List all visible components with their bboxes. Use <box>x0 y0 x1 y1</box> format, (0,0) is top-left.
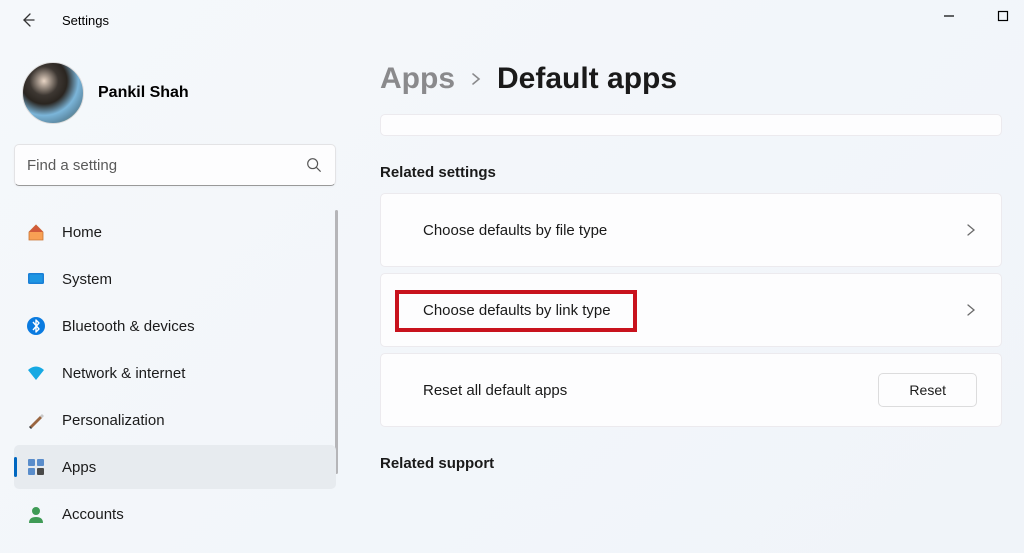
window-title: Settings <box>62 13 109 28</box>
reset-button[interactable]: Reset <box>878 373 977 407</box>
chevron-right-icon <box>469 72 483 86</box>
accounts-icon <box>26 504 46 524</box>
network-icon <box>26 363 46 383</box>
content-area: Apps Default apps Related settings Choos… <box>350 40 1024 553</box>
sidebar-item-apps[interactable]: Apps <box>14 445 336 489</box>
search-box[interactable] <box>14 144 336 186</box>
section-header-related-settings: Related settings <box>380 164 1002 181</box>
sidebar-item-label: Accounts <box>62 506 124 523</box>
minimize-icon <box>943 10 955 22</box>
sidebar-item-accounts[interactable]: Accounts <box>14 492 336 536</box>
card-label: Choose defaults by file type <box>423 222 965 239</box>
apps-icon <box>26 457 46 477</box>
personalization-icon <box>26 410 46 430</box>
system-icon <box>26 269 46 289</box>
maximize-icon <box>997 10 1009 22</box>
card-label: Reset all default apps <box>423 382 878 399</box>
bluetooth-icon <box>26 316 46 336</box>
section-header-related-support: Related support <box>380 455 1002 472</box>
sidebar-item-label: Network & internet <box>62 365 185 382</box>
sidebar: Pankil Shah Home System <box>0 40 350 553</box>
choose-defaults-file-type-button[interactable]: Choose defaults by file type <box>380 193 1002 267</box>
breadcrumb: Apps Default apps <box>380 62 1002 96</box>
chevron-right-icon <box>965 304 977 316</box>
back-button[interactable] <box>12 4 44 36</box>
choose-defaults-link-type-button[interactable]: Choose defaults by link type <box>380 273 1002 347</box>
breadcrumb-parent[interactable]: Apps <box>380 62 455 96</box>
home-icon <box>26 222 46 242</box>
spacer-card <box>380 114 1002 136</box>
sidebar-item-personalization[interactable]: Personalization <box>14 398 336 442</box>
sidebar-item-bluetooth[interactable]: Bluetooth & devices <box>14 304 336 348</box>
sidebar-item-home[interactable]: Home <box>14 210 336 254</box>
search-icon <box>305 156 323 174</box>
title-bar: Settings <box>0 0 1024 40</box>
user-block[interactable]: Pankil Shah <box>14 50 336 144</box>
sidebar-item-label: Home <box>62 224 102 241</box>
chevron-right-icon <box>965 224 977 236</box>
card-label: Choose defaults by link type <box>423 302 965 319</box>
maximize-button[interactable] <box>986 4 1020 28</box>
nav-list: Home System Bluetooth & devices Network … <box>14 210 336 536</box>
sidebar-item-label: Apps <box>62 459 96 476</box>
user-name: Pankil Shah <box>98 84 189 102</box>
breadcrumb-current: Default apps <box>497 62 677 96</box>
sidebar-item-label: Bluetooth & devices <box>62 318 195 335</box>
search-input[interactable] <box>27 157 305 174</box>
sidebar-item-system[interactable]: System <box>14 257 336 301</box>
minimize-button[interactable] <box>932 4 966 28</box>
avatar <box>22 62 84 124</box>
sidebar-item-network[interactable]: Network & internet <box>14 351 336 395</box>
back-arrow-icon <box>20 12 36 28</box>
reset-default-apps-row: Reset all default apps Reset <box>380 353 1002 427</box>
window-controls <box>932 4 1020 28</box>
sidebar-item-label: System <box>62 271 112 288</box>
sidebar-item-label: Personalization <box>62 412 165 429</box>
